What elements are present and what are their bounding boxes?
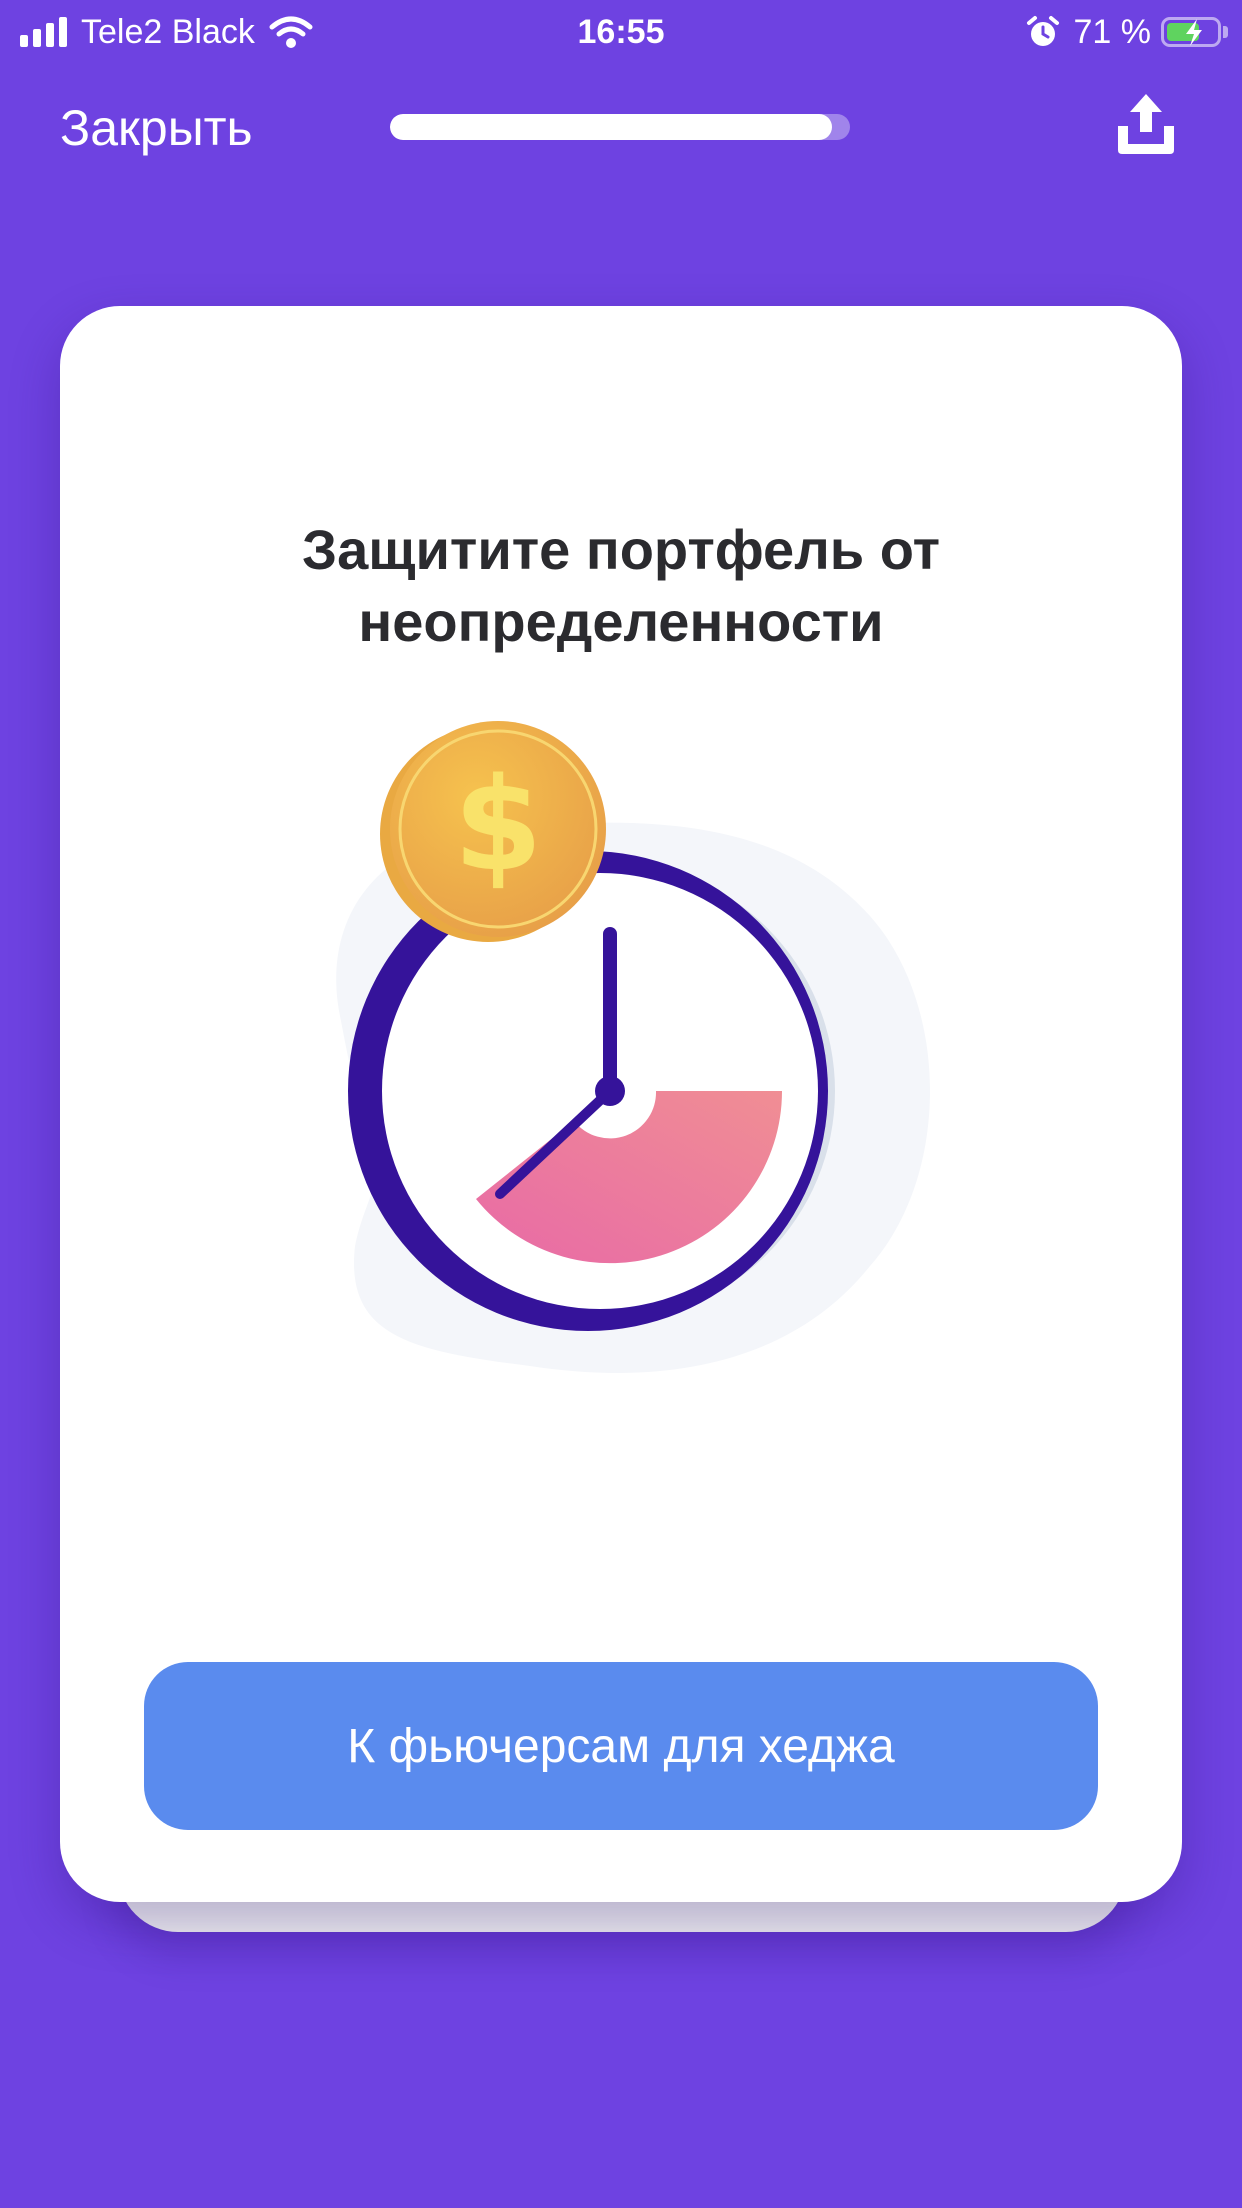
share-upload-icon[interactable] <box>1112 90 1180 158</box>
close-button[interactable]: Закрыть <box>60 98 253 158</box>
status-bar-right: 71 % <box>1026 10 1228 54</box>
card-title: Защитите портфель от неопределенности <box>301 518 940 653</box>
futures-hedge-button[interactable]: К фьючерсам для хеджа <box>144 1662 1098 1830</box>
clock-with-dollar-coin-illustration: $ <box>336 721 931 1373</box>
alarm-icon <box>1026 16 1059 46</box>
battery-charging-icon <box>1161 17 1221 47</box>
story-progress-fill <box>390 114 832 140</box>
battery-percentage: 71 % <box>1073 13 1152 51</box>
story-card: Защитите портфель от неопределенности $ … <box>60 306 1182 1902</box>
story-progress-bar <box>390 114 850 140</box>
status-bar: Tele2 Black 16:55 71 % <box>0 0 1242 62</box>
svg-text:$: $ <box>453 751 542 900</box>
clock-center <box>595 1076 625 1106</box>
charging-bolt-icon <box>1186 19 1202 46</box>
